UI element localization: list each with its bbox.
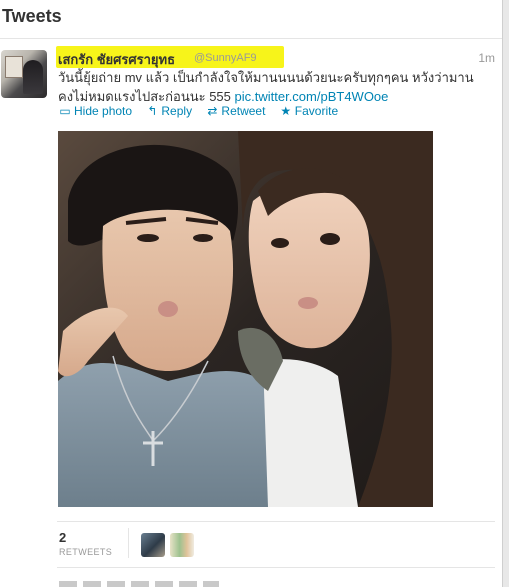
retweeter-avatar[interactable] (170, 533, 194, 557)
reply-arrow-icon: ↰ (147, 104, 158, 118)
author-avatar[interactable] (1, 50, 47, 98)
window-frame-edge (502, 0, 509, 587)
stats-divider-bottom (57, 567, 495, 568)
retweet-icon: ⇄ (207, 104, 218, 118)
reply-button[interactable]: ↰ Reply (145, 104, 192, 118)
tweet-text: วันนี้ยุ้ยถ่าย mv แล้ว เป็นกำลังใจให้มาน… (58, 68, 488, 106)
star-icon: ★ (280, 104, 292, 118)
avatar-person-silhouette (23, 60, 43, 94)
stats-divider-top (57, 521, 495, 522)
retweet-label: Retweet (221, 104, 266, 118)
tweet-footer-truncated (59, 578, 219, 587)
retweeter-avatar[interactable] (141, 533, 165, 557)
tweet-timestamp[interactable]: 1m (478, 51, 495, 65)
reply-label: Reply (161, 104, 193, 118)
retweets-label[interactable]: RETWEETS (59, 547, 112, 557)
photo-icon: ▭ (59, 104, 71, 118)
favorite-label: Favorite (294, 104, 339, 118)
tweet-photo[interactable] (58, 131, 433, 507)
tweet-actions: ▭ Hide photo ↰ Reply ⇄ Retweet ★ Favorite (58, 104, 348, 120)
hide-photo-button[interactable]: ▭ Hide photo (58, 104, 132, 118)
favorite-button[interactable]: ★ Favorite (279, 104, 338, 118)
retweet-count[interactable]: 2 (59, 530, 66, 545)
stats-vertical-divider (128, 528, 129, 558)
tweet-photo-image (58, 131, 433, 507)
tweets-header: Tweets (0, 0, 502, 39)
author-name[interactable]: เสกรัก ชัยศรศรายุทธ (58, 49, 175, 70)
tweet-photo-link[interactable]: pic.twitter.com/pBT4WOoe (235, 89, 389, 104)
hide-photo-label: Hide photo (74, 104, 133, 118)
page-title: Tweets (2, 6, 62, 26)
author-handle[interactable]: @SunnyAF9 (194, 52, 257, 64)
avatar-poster-detail (5, 56, 23, 78)
retweet-button[interactable]: ⇄ Retweet (205, 104, 265, 118)
footer-placeholder-bar (59, 581, 219, 587)
